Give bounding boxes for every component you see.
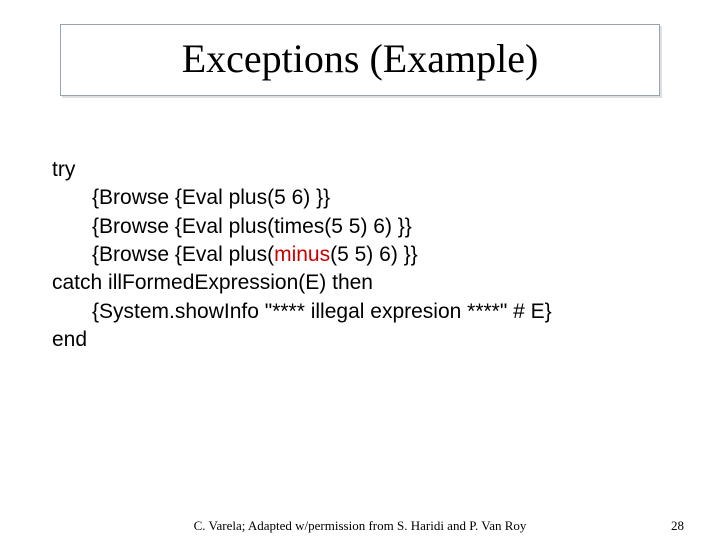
kw-then: then [332,271,373,294]
code-line: try [52,156,668,184]
highlight-minus: minus [274,243,330,266]
code-line: catch illFormedExpression(E) then [52,269,668,297]
code-line: {Browse {Eval plus(minus(5 5) 6) }} [52,241,668,269]
code-line: {Browse {Eval plus(times(5 5) 6) }} [52,213,668,241]
title-box: Exceptions (Example) [60,24,660,96]
code-line: {System.showInfo "**** illegal expresion… [52,298,668,326]
kw-try: try [52,158,75,181]
slide: Exceptions (Example) try {Browse {Eval p… [0,0,720,540]
code-block: try {Browse {Eval plus(5 6) }} {Browse {… [52,156,668,354]
footer-credit: C. Varela; Adapted w/permission from S. … [0,518,720,534]
slide-title: Exceptions (Example) [182,36,539,81]
kw-end: end [52,328,87,351]
page-number: 28 [671,518,684,534]
code-line: end [52,326,668,354]
kw-catch: catch [52,271,102,294]
code-line: {Browse {Eval plus(5 6) }} [52,184,668,212]
